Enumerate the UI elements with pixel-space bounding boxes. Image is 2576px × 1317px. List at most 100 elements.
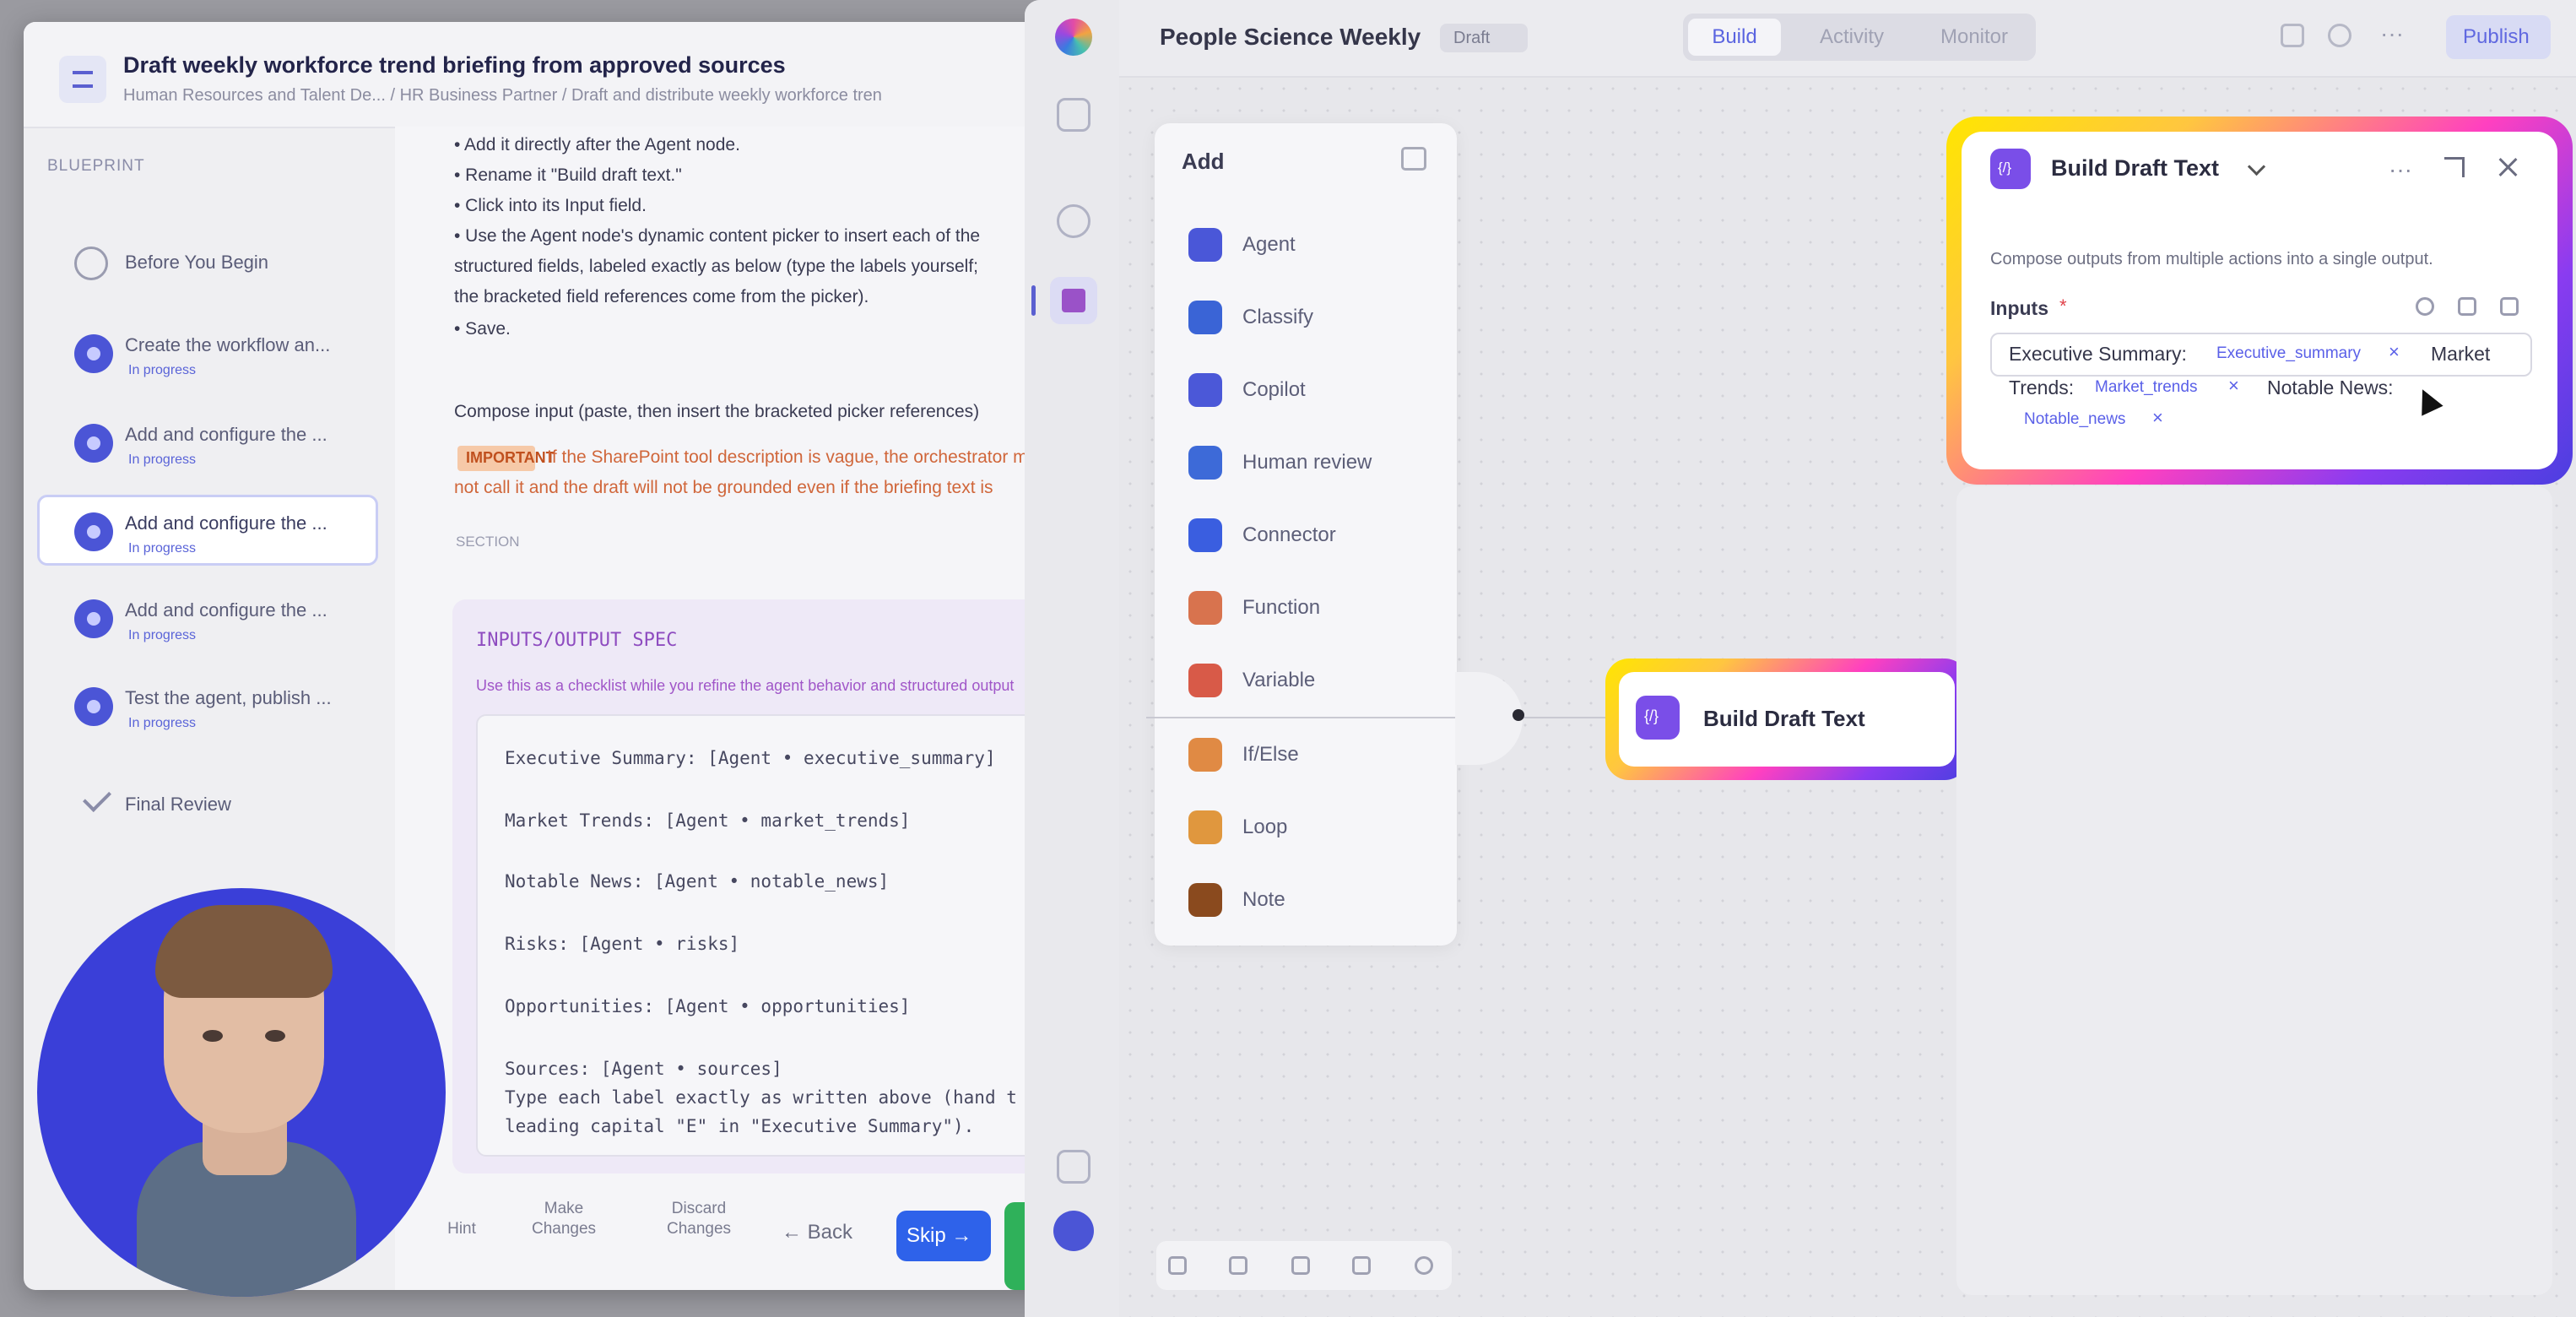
home-icon[interactable]	[1057, 98, 1090, 132]
human-review-icon	[1188, 446, 1222, 480]
tab-build[interactable]: Build	[1688, 19, 1781, 56]
code-line: Executive Summary: [Agent • executive_su…	[505, 748, 996, 768]
progress-icon	[74, 334, 113, 373]
presenter-hair	[155, 905, 333, 998]
fit-view-icon[interactable]	[1291, 1256, 1310, 1275]
remove-token-icon[interactable]: ×	[2152, 407, 2163, 429]
add-item-copilot[interactable]: Copilot	[1188, 366, 1442, 414]
compose-icon	[1990, 149, 2031, 189]
collapse-panel-icon[interactable]	[1401, 147, 1426, 171]
presenter-eye	[265, 1030, 285, 1042]
progress-icon	[74, 687, 113, 726]
step-test-publish[interactable]: Test the agent, publish ... In progress	[37, 670, 378, 741]
instruction-bullet: • Click into its Input field.	[454, 196, 647, 215]
status-badge: Draft	[1440, 24, 1528, 52]
config-title[interactable]: Build Draft Text	[2051, 155, 2219, 182]
code-icon[interactable]	[2500, 297, 2519, 316]
remove-token-icon[interactable]: ×	[2228, 375, 2239, 397]
tab-activity[interactable]: Activity	[1793, 19, 1911, 56]
if-else-icon	[1188, 738, 1222, 772]
add-item-variable[interactable]: Variable	[1188, 657, 1442, 704]
add-item-note[interactable]: Note	[1188, 876, 1442, 924]
publish-label: Publish	[2463, 25, 2530, 48]
skip-label: Skip →	[906, 1224, 972, 1247]
token-pill[interactable]: Executive_summary	[2216, 344, 2361, 363]
guide-logo-icon	[59, 56, 106, 103]
add-item-agent[interactable]: Agent	[1188, 221, 1442, 268]
connector-icon	[1188, 518, 1222, 552]
code-line: Market Trends: [Agent • market_trends]	[505, 810, 911, 831]
discard-changes-button[interactable]: Discard Changes	[648, 1199, 750, 1239]
instruction-bullet: • Save.	[454, 319, 511, 339]
token-pill[interactable]: Notable_news	[2024, 410, 2125, 429]
section-tag: SECTION	[456, 534, 520, 550]
step-progress: In progress	[128, 628, 197, 642]
close-icon[interactable]	[2493, 152, 2524, 182]
note-icon	[1188, 883, 1222, 917]
input-text: Notable News:	[2267, 377, 2394, 398]
remove-token-icon[interactable]: ×	[2389, 341, 2400, 363]
function-icon	[1188, 591, 1222, 625]
important-label: IMPORTANT	[466, 449, 555, 466]
add-item-human-review[interactable]: Human review	[1188, 439, 1442, 486]
add-item-label: Agent	[1242, 233, 1296, 256]
step-title: Add and configure the ...	[125, 599, 327, 621]
make-changes-button[interactable]: Make Changes	[513, 1199, 614, 1239]
app-logo-icon[interactable]	[1055, 19, 1092, 56]
variable-icon	[1188, 664, 1222, 697]
instruction-bullet: structured fields, labeled exactly as be…	[454, 257, 978, 276]
add-item-function[interactable]: Function	[1188, 584, 1442, 631]
add-panel-title: Add	[1182, 149, 1225, 174]
properties-panel	[1956, 486, 2552, 1295]
step-title: Add and configure the ...	[125, 512, 327, 534]
step-configure-1[interactable]: Add and configure the ... In progress	[37, 407, 378, 478]
link-icon[interactable]	[2458, 297, 2476, 316]
add-item-connector[interactable]: Connector	[1188, 512, 1442, 559]
instruction-bullet: • Add it directly after the Agent node.	[454, 135, 740, 154]
zoom-in-icon[interactable]	[1168, 1256, 1187, 1275]
warning-text: If the SharePoint tool description is va…	[547, 447, 1047, 467]
step-final-review[interactable]: Final Review	[37, 773, 378, 844]
add-item-label: Copilot	[1242, 378, 1306, 401]
lightbulb-icon[interactable]	[2416, 297, 2434, 316]
token-pill[interactable]: Market_trends	[2095, 378, 2197, 397]
status-label: Draft	[1453, 29, 1491, 47]
user-icon[interactable]	[1057, 1150, 1090, 1184]
share-icon[interactable]	[1415, 1256, 1433, 1275]
step-configure-3[interactable]: Add and configure the ... In progress	[37, 583, 378, 653]
add-item-label: If/Else	[1242, 743, 1299, 766]
step-configure-2[interactable]: Add and configure the ... In progress	[37, 495, 378, 566]
copilot-icon	[1188, 373, 1222, 407]
avatar[interactable]	[1053, 1211, 1094, 1251]
add-item-classify[interactable]: Classify	[1188, 294, 1442, 341]
save-icon[interactable]	[2281, 24, 2304, 47]
play-icon[interactable]	[2328, 24, 2351, 47]
zoom-out-icon[interactable]	[1229, 1256, 1247, 1275]
step-before-you-begin[interactable]: Before You Begin	[37, 226, 378, 297]
code-line: Notable News: [Agent • notable_news]	[505, 871, 890, 892]
back-button[interactable]: ← Back	[782, 1221, 852, 1244]
guide-title: Draft weekly workforce trend briefing fr…	[123, 52, 786, 78]
add-item-loop[interactable]: Loop	[1188, 804, 1442, 851]
code-line: Risks: [Agent • risks]	[505, 934, 740, 954]
add-item-label: Variable	[1242, 669, 1316, 691]
guide-breadcrumb: Human Resources and Talent De... / HR Bu…	[123, 86, 882, 105]
instruction-bullet: • Use the Agent node's dynamic content p…	[454, 226, 981, 246]
expand-icon[interactable]	[2444, 157, 2465, 177]
step-progress: In progress	[128, 453, 197, 467]
globe-icon[interactable]	[1057, 204, 1090, 238]
progress-icon	[74, 512, 113, 551]
step-create-workflow[interactable]: Create the workflow an... In progress	[37, 317, 378, 388]
publish-button[interactable]: Publish	[2446, 15, 2551, 59]
hint-button[interactable]: Hint	[432, 1219, 491, 1239]
classify-icon	[1188, 301, 1222, 334]
connector-handle[interactable]	[1513, 709, 1524, 721]
add-item-if-else[interactable]: If/Else	[1188, 731, 1442, 778]
add-item-label: Loop	[1242, 816, 1288, 838]
more-icon[interactable]: ···	[2389, 158, 2412, 182]
pointer-icon[interactable]	[1352, 1256, 1371, 1275]
workflows-icon[interactable]	[1050, 277, 1097, 324]
tab-monitor[interactable]: Monitor	[1919, 19, 2029, 56]
more-icon[interactable]: ···	[2380, 20, 2404, 47]
skip-button[interactable]: Skip →	[896, 1211, 991, 1261]
